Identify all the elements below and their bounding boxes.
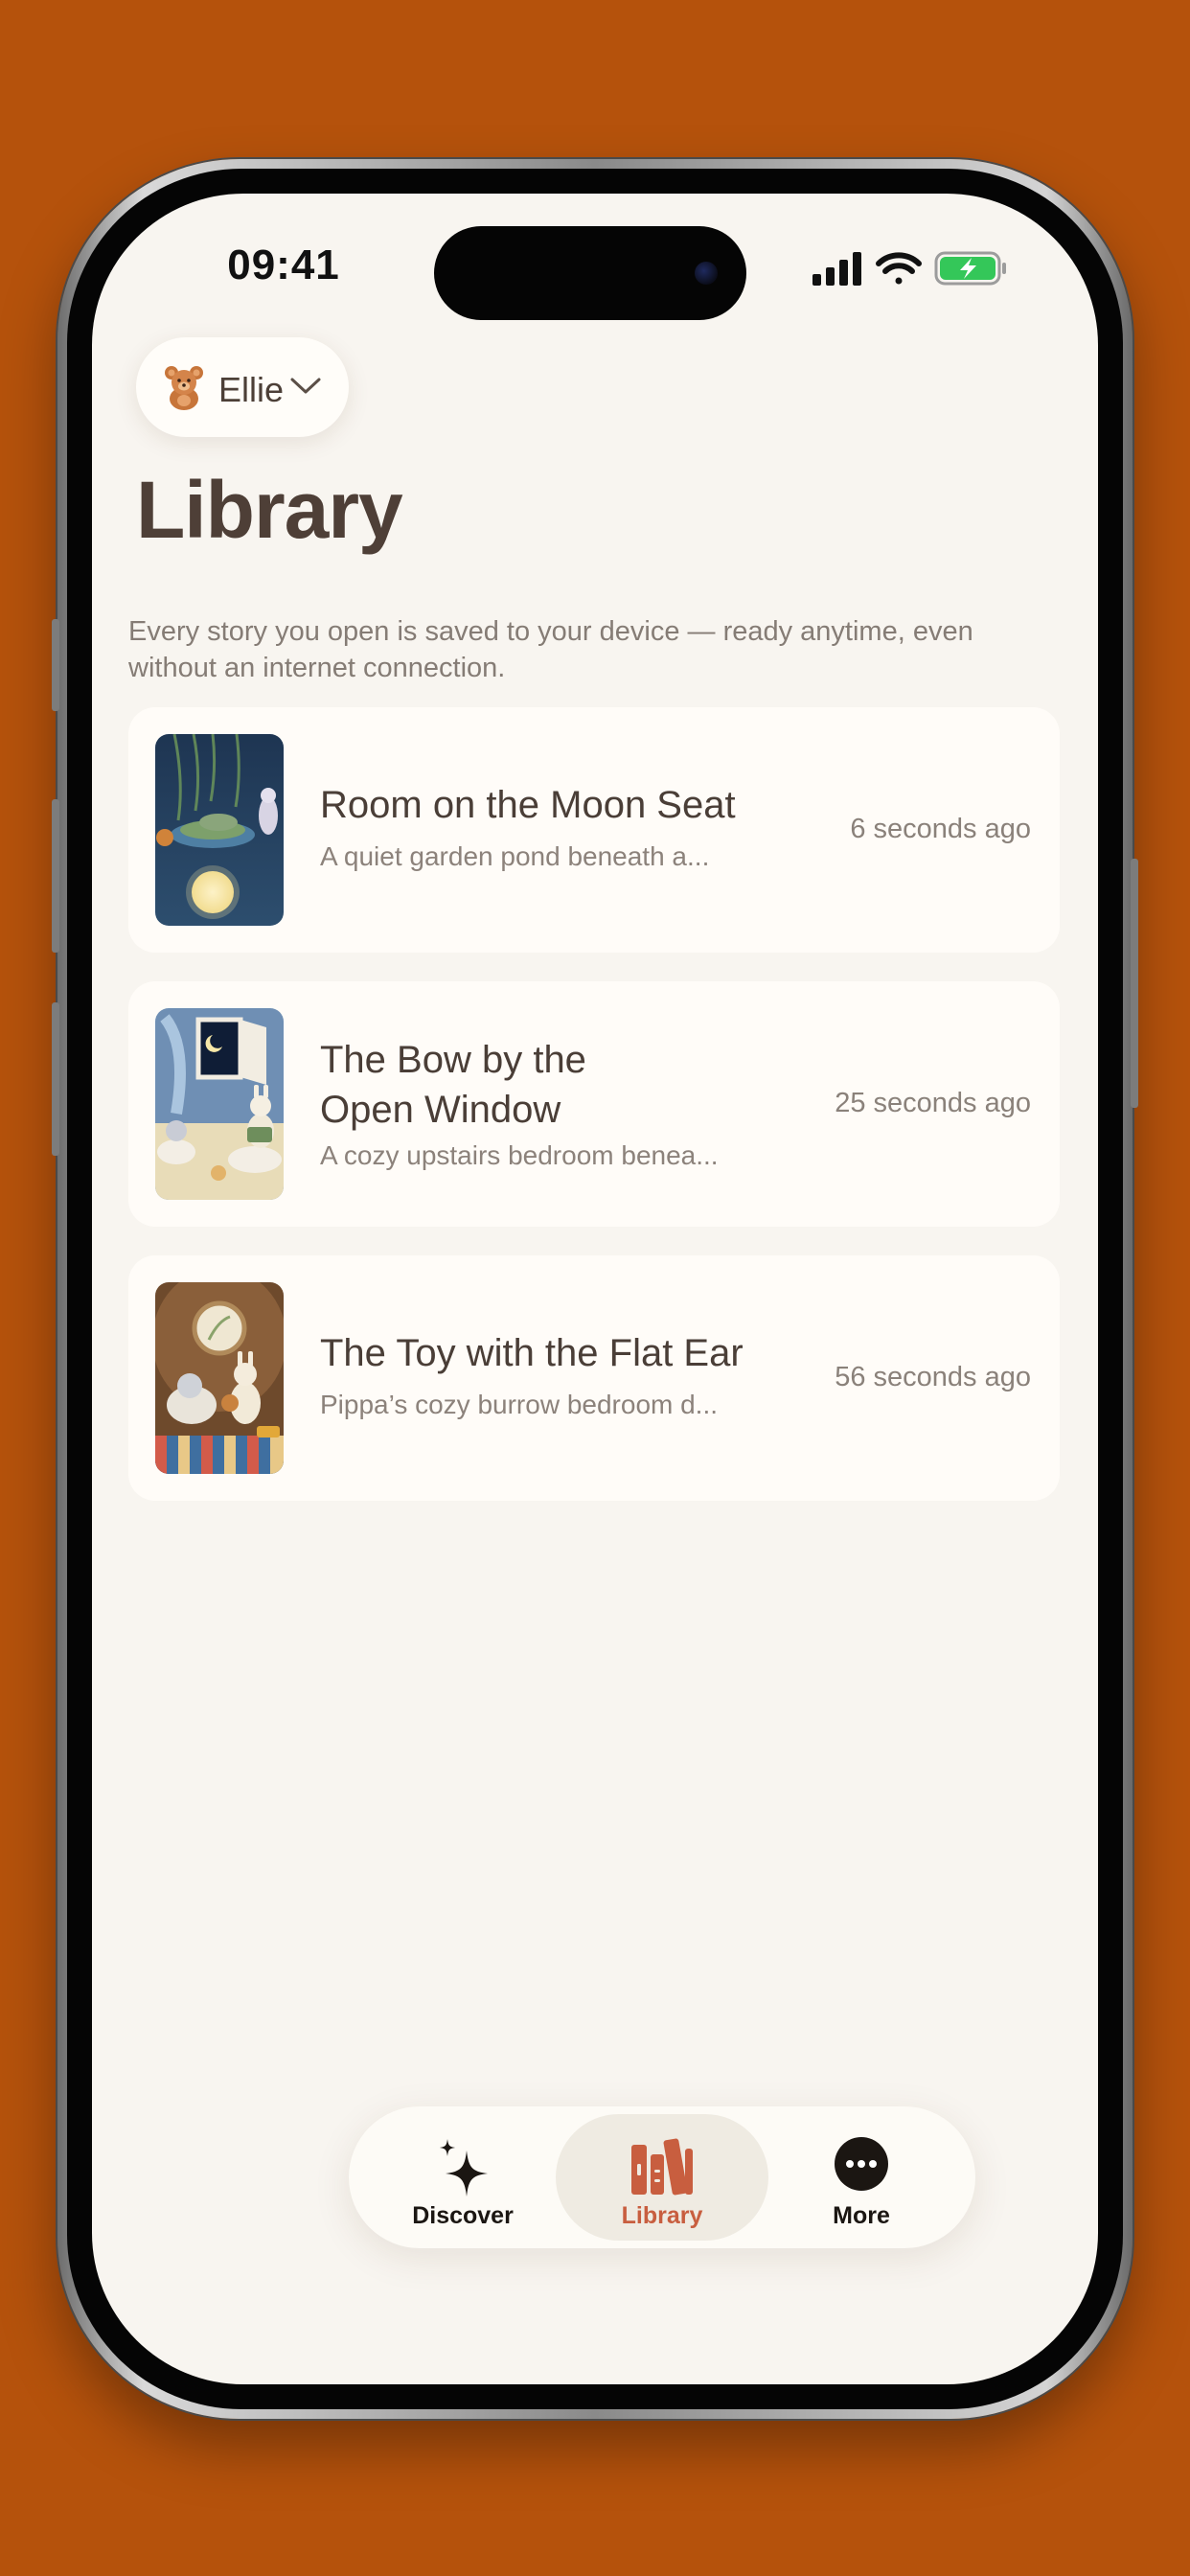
camera-icon [695, 262, 718, 285]
story-cover-image [155, 1008, 284, 1200]
story-title: Room on the Moon Seat [320, 784, 736, 826]
tab-more[interactable]: More [755, 2114, 968, 2241]
story-timestamp: 25 seconds ago [835, 1088, 1031, 1118]
profile-name: Ellie [218, 370, 285, 409]
tab-discover[interactable]: Discover [356, 2114, 569, 2241]
more-icon [835, 2137, 888, 2191]
chevron-down-icon [290, 378, 321, 394]
status-time: 09:41 [227, 242, 340, 288]
story-subtitle: A quiet garden pond beneath a... [320, 841, 710, 871]
story-card[interactable]: The Bow by the Open Window A cozy upstai… [128, 981, 1060, 1227]
tab-bar: Discover Library More [349, 2106, 975, 2248]
page-description: Every story you open is saved to your de… [128, 616, 973, 683]
volume-down-button [52, 1002, 59, 1156]
status-icons [812, 249, 1010, 288]
battery-charging-icon [934, 251, 1006, 286]
teddy-bear-icon [165, 366, 203, 410]
books-icon [631, 2138, 693, 2196]
story-cover-image [155, 734, 284, 926]
tab-label: More [833, 2202, 890, 2229]
story-subtitle: Pippa’s cozy burrow bedroom d... [320, 1390, 719, 1419]
story-title: The Bow by the Open Window [320, 1039, 586, 1131]
screen: 09:41 Ellie Library Every story you open… [92, 194, 1098, 2384]
wifi-icon [876, 252, 922, 285]
page-title: Library [136, 465, 403, 555]
bezel: 09:41 Ellie Library Every story you open… [67, 169, 1123, 2409]
tab-label: Library [621, 2202, 703, 2229]
action-button [52, 619, 59, 711]
power-button [1131, 859, 1138, 1108]
sparkles-icon [440, 2139, 488, 2196]
signal-icon [812, 252, 861, 286]
volume-up-button [52, 799, 59, 953]
tab-library[interactable]: Library [556, 2114, 768, 2241]
story-timestamp: 56 seconds ago [835, 1362, 1031, 1392]
story-card[interactable]: Room on the Moon Seat A quiet garden pon… [128, 707, 1060, 953]
dynamic-island [434, 226, 746, 320]
story-timestamp: 6 seconds ago [850, 814, 1031, 844]
story-card[interactable]: The Toy with the Flat Ear Pippa’s cozy b… [128, 1255, 1060, 1501]
story-title: The Toy with the Flat Ear [320, 1332, 744, 1374]
story-subtitle: A cozy upstairs bedroom benea... [320, 1140, 719, 1170]
tab-label: Discover [412, 2202, 514, 2229]
profile-switcher[interactable]: Ellie [136, 337, 349, 437]
phone-frame: 09:41 Ellie Library Every story you open… [52, 159, 1138, 2419]
story-cover-image [155, 1282, 284, 1474]
